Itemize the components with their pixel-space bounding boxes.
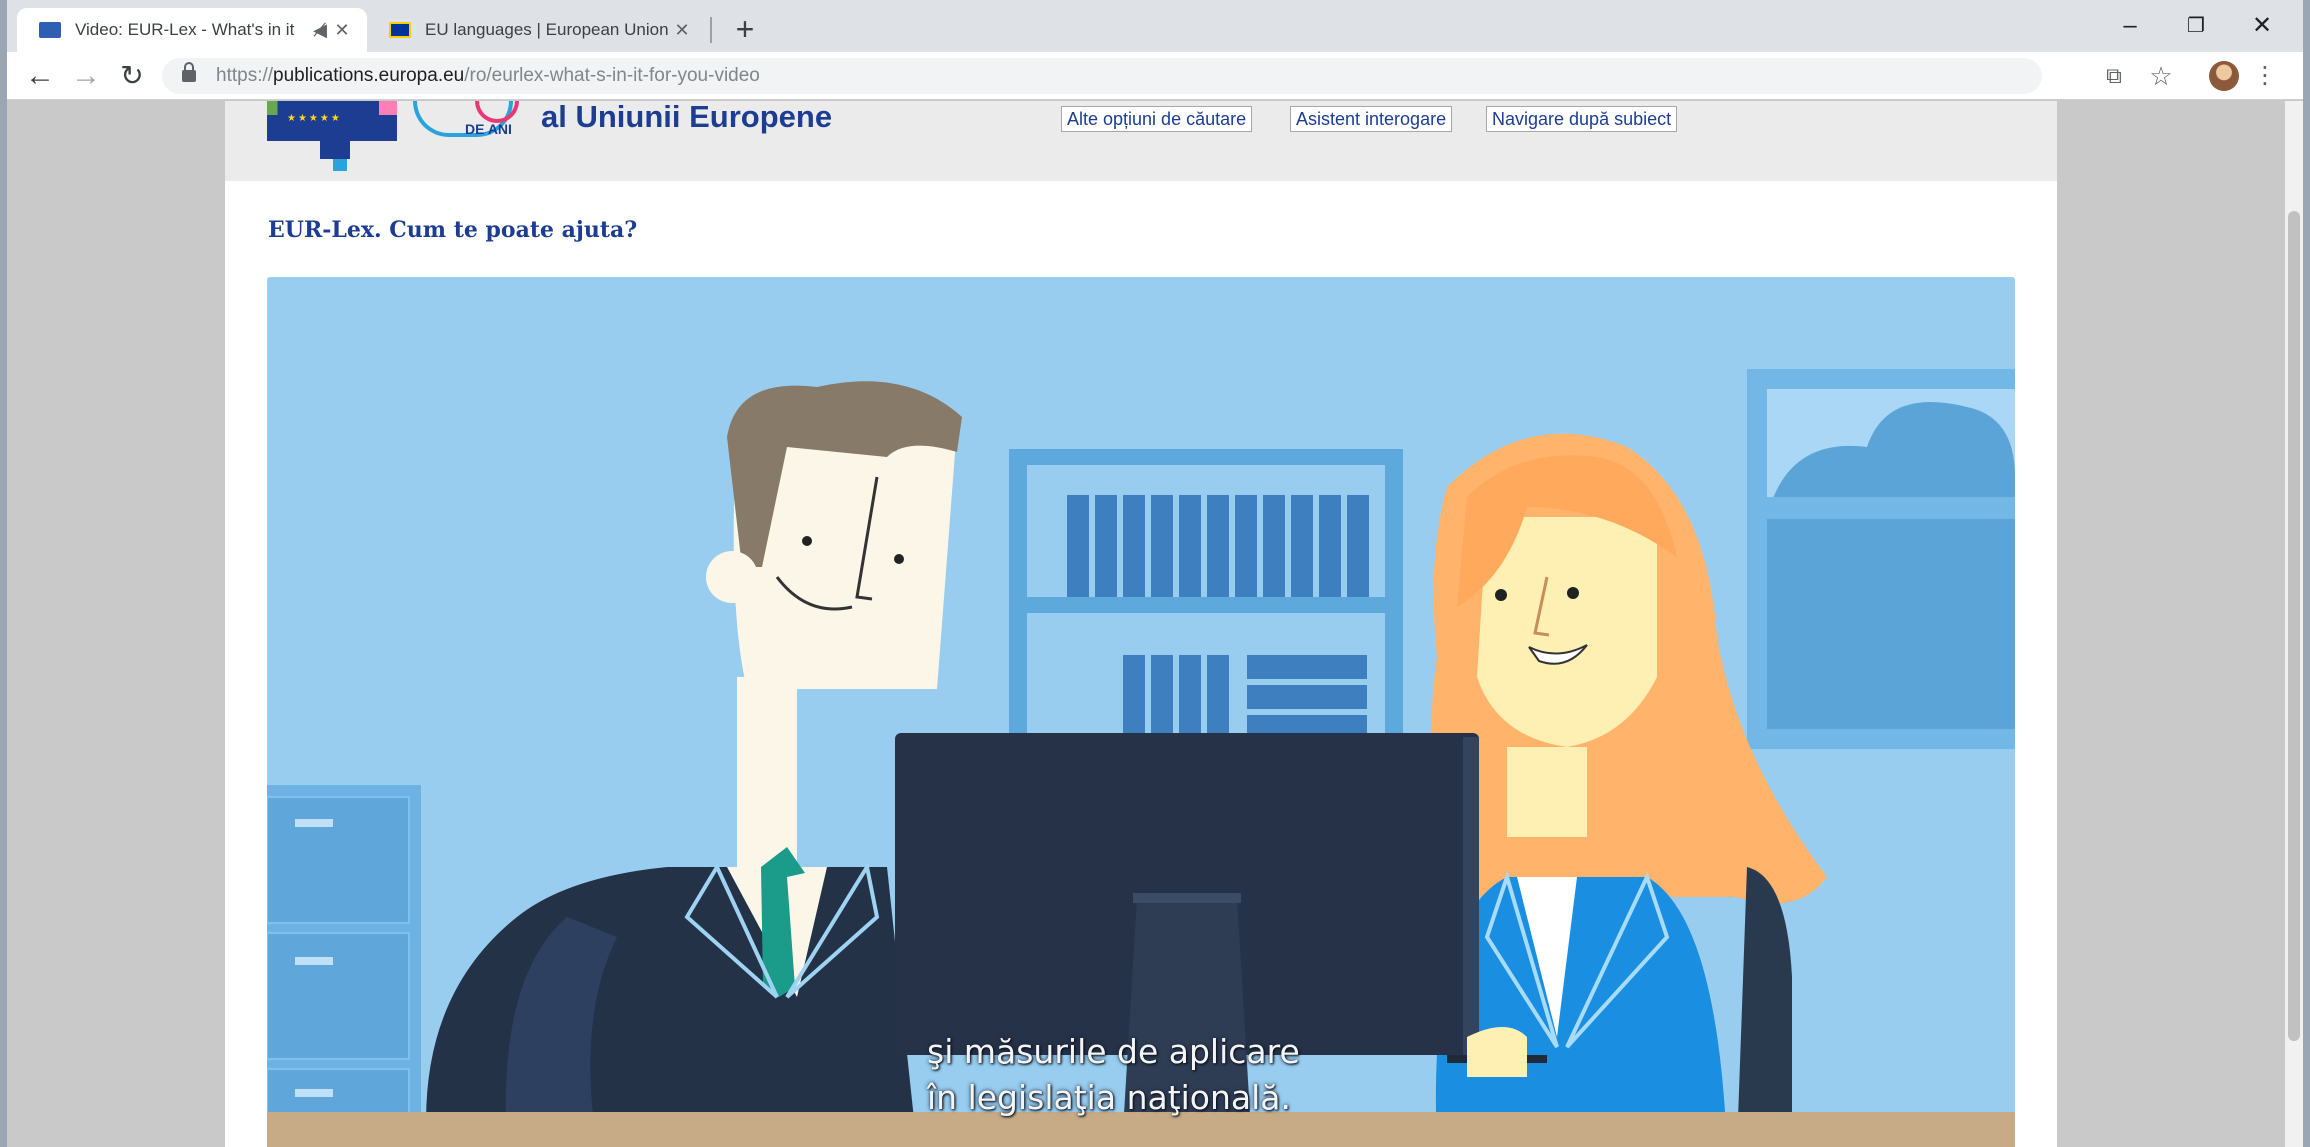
url-text[interactable]: https://publications.europa.eu/ro/eurlex… bbox=[216, 65, 760, 87]
eurlex-favicon-icon bbox=[39, 22, 61, 38]
video-player[interactable]: şi măsurile de aplicare în legislaţia na… bbox=[267, 277, 2015, 1147]
eu-stars-icon: ★★★★★ bbox=[287, 113, 342, 124]
desk bbox=[267, 1112, 2015, 1147]
filing-cabinet bbox=[267, 785, 421, 1147]
man-character bbox=[426, 381, 962, 1147]
page-content: ★★★★★ DE ANI al Uniunii Europene Alte op… bbox=[225, 101, 2057, 1147]
close-tab-icon[interactable]: ✕ bbox=[331, 20, 353, 41]
logo-shape bbox=[320, 141, 350, 159]
browser-toolbar: ← → ↻ https://publications.europa.eu/ro/… bbox=[7, 52, 2303, 100]
translate-icon[interactable]: ⧉ bbox=[2098, 60, 2130, 92]
window-frame-left bbox=[0, 0, 7, 1147]
tab-title: Video: EUR-Lex - What's in it bbox=[75, 20, 295, 39]
reload-icon[interactable]: ↻ bbox=[113, 57, 151, 95]
window-frame-right bbox=[2303, 0, 2310, 1147]
tab-strip: Video: EUR-Lex - What's in it ◀̸ ✕ EU la… bbox=[7, 0, 2303, 52]
minimize-button[interactable]: – bbox=[2097, 6, 2163, 46]
audio-muted-icon[interactable]: ◀̸ bbox=[309, 20, 331, 41]
site-title[interactable]: al Uniunii Europene bbox=[541, 101, 832, 133]
logo-caption: DE ANI bbox=[465, 121, 512, 137]
browse-by-subject-link[interactable]: Navigare după subiect bbox=[1486, 106, 1678, 132]
video-frame-illustration bbox=[267, 369, 2015, 1147]
menu-icon[interactable]: ⋮ bbox=[2249, 60, 2281, 92]
star-icon[interactable]: ☆ bbox=[2145, 60, 2177, 92]
tab-eurlex-video[interactable]: Video: EUR-Lex - What's in it ◀̸ ✕ bbox=[17, 8, 367, 52]
restore-button[interactable]: ❐ bbox=[2163, 6, 2229, 46]
browser-window: Video: EUR-Lex - What's in it ◀̸ ✕ EU la… bbox=[0, 0, 2310, 1147]
video-subtitle-line2: în legislaţia naţională. bbox=[927, 1078, 1292, 1117]
back-icon[interactable]: ← bbox=[21, 57, 59, 95]
window bbox=[1747, 369, 2015, 749]
page-scrollbar[interactable] bbox=[2285, 101, 2303, 1147]
tab-eu-languages[interactable]: EU languages | European Union ✕ bbox=[367, 8, 707, 52]
scrollbar-thumb[interactable] bbox=[2288, 211, 2300, 1041]
site-header: ★★★★★ DE ANI al Uniunii Europene Alte op… bbox=[225, 101, 2057, 181]
forward-icon[interactable]: → bbox=[67, 57, 105, 95]
eu-flag-favicon-icon bbox=[389, 22, 411, 38]
address-bar[interactable]: https://publications.europa.eu/ro/eurlex… bbox=[162, 58, 2042, 94]
page-viewport: ★★★★★ DE ANI al Uniunii Europene Alte op… bbox=[7, 101, 2285, 1147]
logo-shape bbox=[333, 159, 347, 171]
new-tab-button[interactable]: + bbox=[727, 11, 763, 47]
tab-separator bbox=[710, 17, 712, 43]
tab-title: EU languages | European Union bbox=[425, 20, 669, 39]
query-assistant-link[interactable]: Asistent interogare bbox=[1290, 106, 1453, 132]
close-tab-icon[interactable]: ✕ bbox=[671, 20, 693, 41]
close-window-button[interactable]: ✕ bbox=[2229, 6, 2295, 46]
avatar[interactable] bbox=[2209, 61, 2239, 91]
advanced-search-link[interactable]: Alte opțiuni de căutare bbox=[1061, 106, 1253, 132]
lock-icon[interactable] bbox=[182, 62, 196, 82]
video-subtitle-line1: şi măsurile de aplicare bbox=[927, 1032, 1300, 1071]
page-title: EUR-Lex. Cum te poate ajuta? bbox=[268, 217, 638, 243]
